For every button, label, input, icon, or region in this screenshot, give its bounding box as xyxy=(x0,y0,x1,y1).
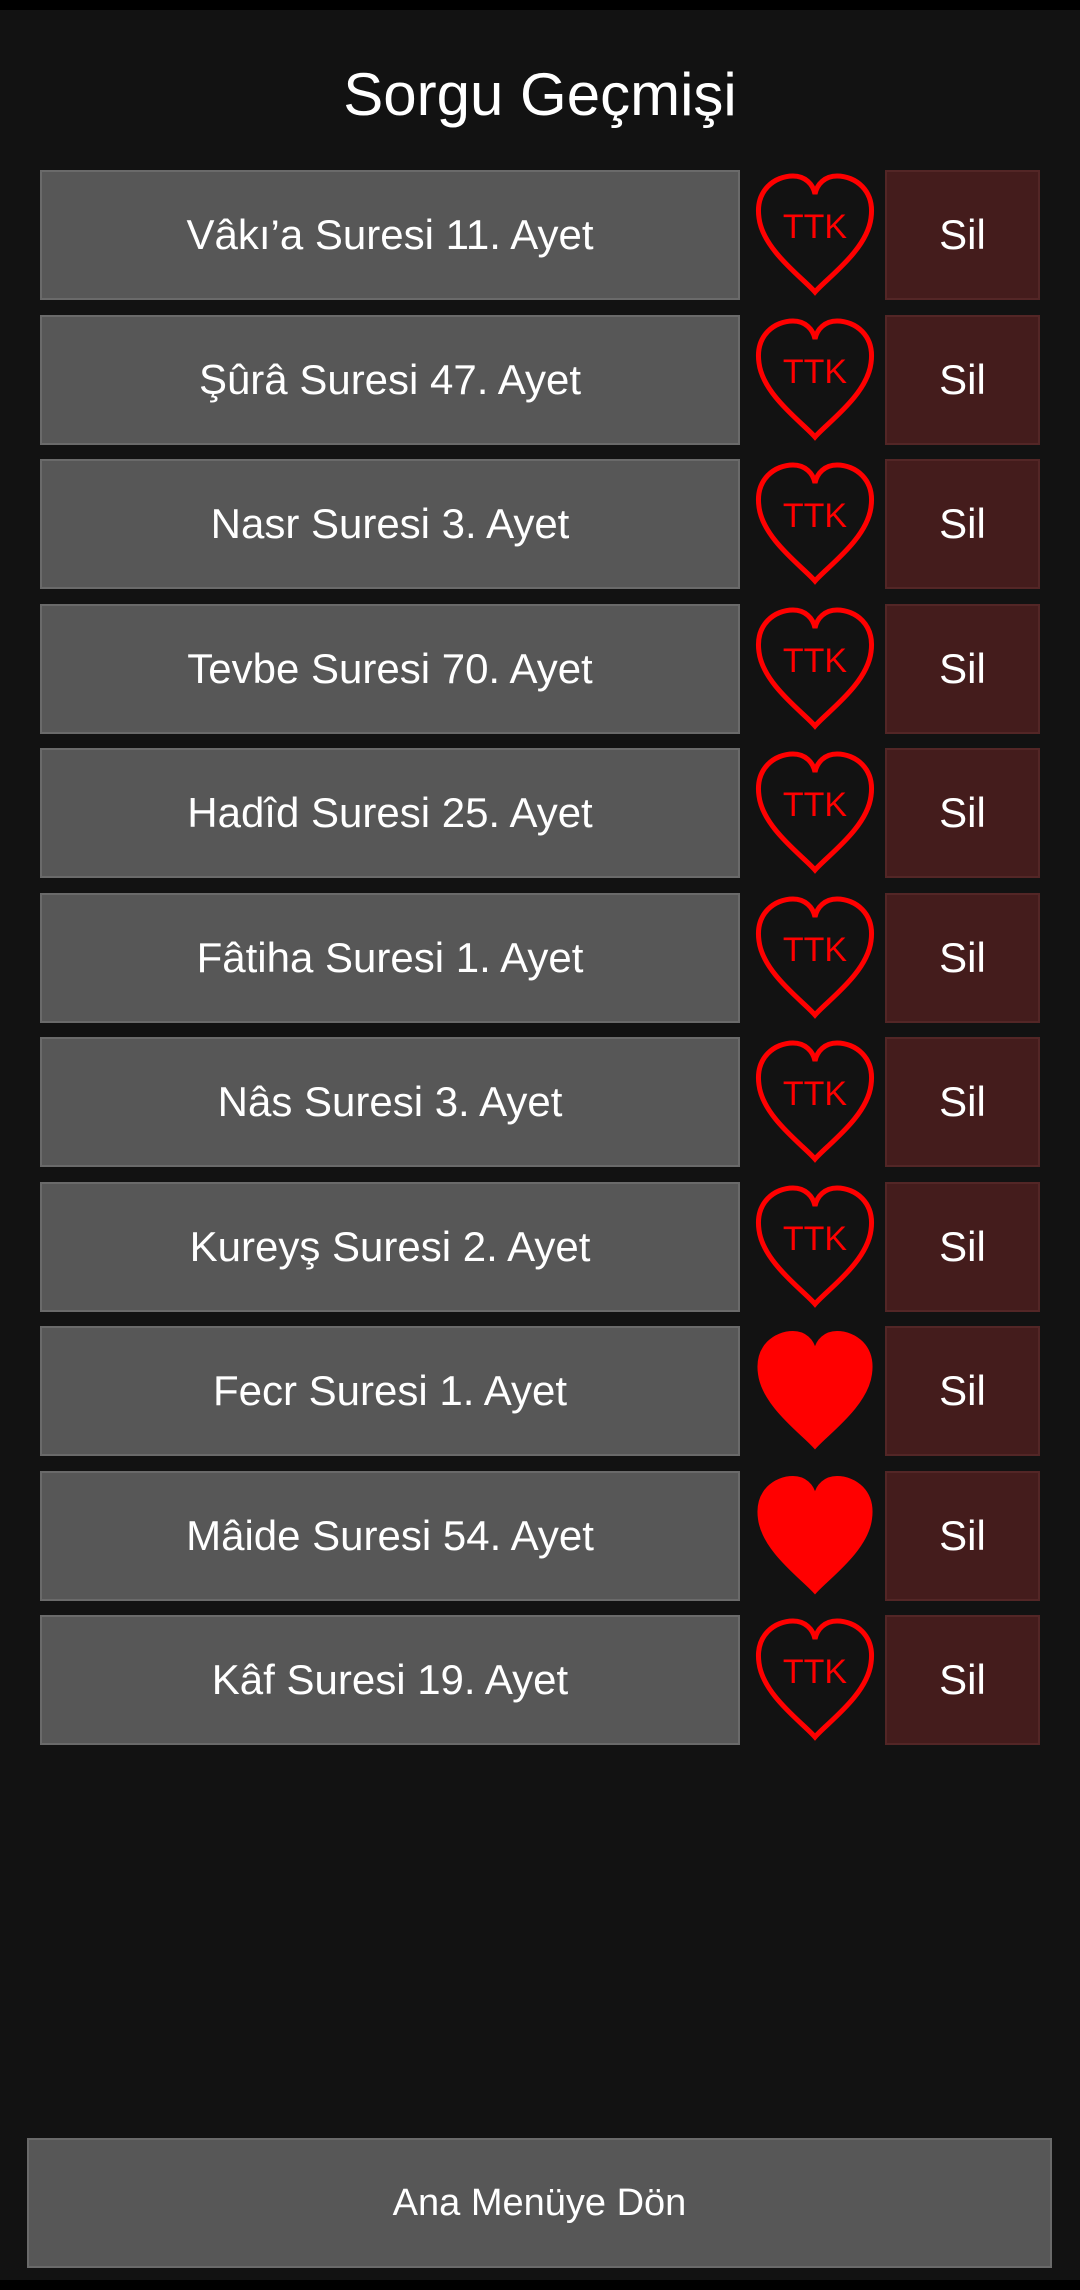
history-row: Tevbe Suresi 70. Ayet TTK Sil xyxy=(40,603,1040,734)
history-row: Fecr Suresi 1. Ayet Sil xyxy=(40,1326,1040,1456)
delete-button[interactable]: Sil xyxy=(885,1470,1040,1601)
delete-button[interactable]: Sil xyxy=(885,1037,1040,1167)
delete-button[interactable]: Sil xyxy=(885,748,1040,878)
history-row: Vâkı’a Suresi 11. Ayet TTK Sil xyxy=(40,170,1040,300)
heart-outline-icon[interactable]: TTK xyxy=(750,1182,880,1312)
delete-button[interactable]: Sil xyxy=(885,892,1040,1023)
history-row: Şûrâ Suresi 47. Ayet TTK Sil xyxy=(40,314,1040,445)
query-button[interactable]: Tevbe Suresi 70. Ayet xyxy=(40,603,740,734)
heart-text: TTK xyxy=(783,931,848,969)
heart-icon: TTK xyxy=(756,895,874,1019)
heart-icon: TTK xyxy=(756,606,874,730)
heart-outline-icon[interactable]: TTK xyxy=(750,315,880,445)
app-screen: Sorgu Geçmişi Vâkı’a Suresi 11. Ayet TTK S… xyxy=(0,10,1080,2280)
delete-button[interactable]: Sil xyxy=(885,1615,1040,1745)
delete-button[interactable]: Sil xyxy=(885,1181,1040,1312)
heart-icon: TTK xyxy=(756,1040,874,1163)
query-button[interactable]: Nasr Suresi 3. Ayet xyxy=(40,459,740,589)
history-row: Hadîd Suresi 25. Ayet TTK Sil xyxy=(40,748,1040,878)
heart-text: TTK xyxy=(783,497,848,535)
history-row: Mâide Suresi 54. Ayet Sil xyxy=(40,1470,1040,1601)
delete-button[interactable]: Sil xyxy=(885,170,1040,300)
delete-button[interactable]: Sil xyxy=(885,603,1040,734)
query-button[interactable]: Kureyş Suresi 2. Ayet xyxy=(40,1181,740,1312)
heart-text: TTK xyxy=(783,1220,848,1258)
heart-filled-icon[interactable] xyxy=(750,1471,880,1601)
query-button[interactable]: Vâkı’a Suresi 11. Ayet xyxy=(40,170,740,300)
heart-outline-icon[interactable]: TTK xyxy=(750,170,880,300)
heart-icon xyxy=(757,1475,873,1595)
page-title: Sorgu Geçmişi xyxy=(343,61,737,128)
query-button[interactable]: Hadîd Suresi 25. Ayet xyxy=(40,748,740,878)
heart-icon: TTK xyxy=(756,317,874,441)
heart-text: TTK xyxy=(783,642,848,680)
heart-icon: TTK xyxy=(756,462,874,585)
history-row: Nasr Suresi 3. Ayet TTK Sil xyxy=(40,459,1040,589)
delete-button[interactable]: Sil xyxy=(885,314,1040,445)
delete-button[interactable]: Sil xyxy=(885,1326,1040,1456)
history-list: Vâkı’a Suresi 11. Ayet TTK Sil Şûrâ Suresi … xyxy=(40,170,1040,1760)
heart-text: TTK xyxy=(783,786,848,824)
heart-text: TTK xyxy=(783,1653,848,1691)
heart-text: TTK xyxy=(783,208,848,246)
query-button[interactable]: Fecr Suresi 1. Ayet xyxy=(40,1326,740,1456)
query-button[interactable]: Mâide Suresi 54. Ayet xyxy=(40,1470,740,1601)
query-button[interactable]: Kâf Suresi 19. Ayet xyxy=(40,1615,740,1745)
query-button[interactable]: Fâtiha Suresi 1. Ayet xyxy=(40,892,740,1023)
heart-icon xyxy=(757,1330,873,1450)
history-row: Fâtiha Suresi 1. Ayet TTK Sil xyxy=(40,892,1040,1023)
heart-icon: TTK xyxy=(756,751,874,874)
heart-outline-icon[interactable]: TTK xyxy=(750,604,880,734)
delete-button[interactable]: Sil xyxy=(885,459,1040,589)
history-row: Nâs Suresi 3. Ayet TTK Sil xyxy=(40,1037,1040,1167)
query-button[interactable]: Nâs Suresi 3. Ayet xyxy=(40,1037,740,1167)
heart-text: TTK xyxy=(783,353,848,391)
heart-text: TTK xyxy=(783,1075,848,1113)
heart-outline-icon[interactable]: TTK xyxy=(750,1037,880,1167)
heart-outline-icon[interactable]: TTK xyxy=(750,893,880,1023)
heart-icon: TTK xyxy=(756,1618,874,1741)
heart-filled-icon[interactable] xyxy=(750,1326,880,1456)
heart-icon: TTK xyxy=(756,173,874,296)
history-row: Kâf Suresi 19. Ayet TTK Sil xyxy=(40,1615,1040,1745)
query-button[interactable]: Şûrâ Suresi 47. Ayet xyxy=(40,314,740,445)
heart-outline-icon[interactable]: TTK xyxy=(750,459,880,589)
history-row: Kureyş Suresi 2. Ayet TTK Sil xyxy=(40,1181,1040,1312)
heart-outline-icon[interactable]: TTK xyxy=(750,748,880,878)
heart-icon: TTK xyxy=(756,1184,874,1308)
heart-outline-icon[interactable]: TTK xyxy=(750,1615,880,1745)
main-menu-button[interactable]: Ana Menüye Dön xyxy=(27,2138,1052,2268)
